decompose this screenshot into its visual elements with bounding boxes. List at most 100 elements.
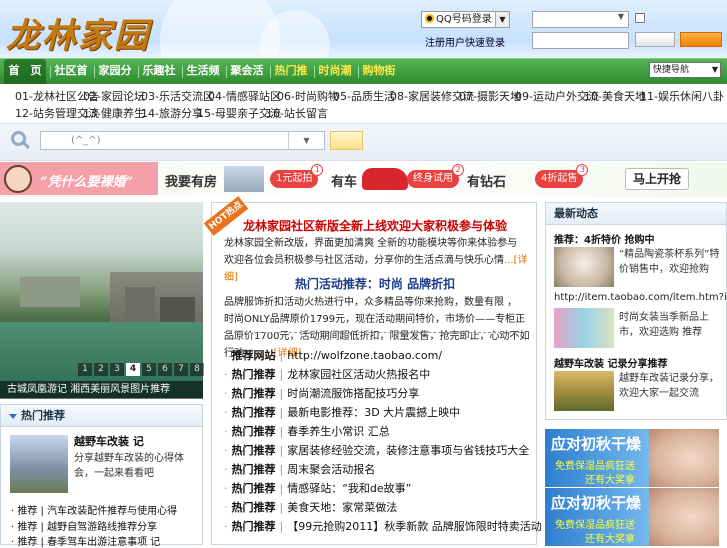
category-link[interactable]: 10-美食天地 [584,88,646,104]
category-link[interactable]: 16-站长留言 [266,105,328,121]
slide-page[interactable]: 8 [190,363,204,376]
bullet: · [224,520,228,533]
separator: | [279,406,284,419]
category-link[interactable]: 05-品质生活 [333,88,395,104]
nav-item[interactable]: 乐趣社区 [140,59,178,101]
nav-item[interactable]: 家园分享 [96,59,134,101]
headline-panel: HOT热点 龙林家园社区新版全新上线欢迎大家积极参与体验 龙林家园全新改版，界面… [203,196,542,545]
bullet: · [224,444,228,457]
site-logo[interactable]: 龙林家园 [6,8,150,57]
item-text: 汽车改装配件推荐与使用心得 [47,506,178,517]
password-field[interactable] [532,32,629,49]
news-text: 越野车改装记录分享，欢迎大家一起交流 [619,373,719,399]
category-link[interactable]: 07-摄影天地 [459,88,521,104]
item-tag: 推荐 [17,506,38,517]
separator: | [279,368,284,381]
bride-image [4,165,32,193]
paragraph-text: 龙林家园全新改版，界面更加清爽 全新的功能模块等你来体验参与 欢迎各位会员积极参… [224,238,518,266]
search-input[interactable]: (^_^) ▼ [40,131,325,150]
item-url-link[interactable]: http://item.taobao.com/item.htm?id [554,292,727,303]
subheadline-title[interactable]: 热门活动推荐：时尚 品牌折扣 [212,275,538,292]
news-item[interactable]: · 热门推荐 | 情感驿站：“我和de故事” [224,480,411,496]
house-shape [20,277,80,307]
category-link[interactable]: 02-家园论坛 [83,88,145,104]
news-item[interactable]: · 热门推荐 | 美食天地：家常菜做法 [224,499,397,515]
feature-thumbnail[interactable] [10,435,68,493]
nav-item[interactable]: 购物街区 [360,59,398,101]
nav-divider [226,66,227,78]
news-text: 龙林家园社区活动火热报名中 [287,368,431,381]
news-text: 最新电影推荐：3D 大片震撼上映中 [287,406,461,419]
separator: | [279,349,284,362]
bullet: · [224,482,228,495]
category-links: 01-龙林社区公告 02-家园论坛 03-乐活交流区 04-情感驿站区 06-时… [0,84,727,122]
qq-login-select[interactable]: QQ号码登录 ▼ [421,11,510,28]
register-link[interactable]: 注册用户快速登录 [425,34,505,49]
news-item[interactable]: · 热门推荐 | 家居装修经验交流，装修注意事项与省钱技巧大全 [224,442,529,458]
news-item[interactable]: · 热门推荐 | 龙林家园社区活动火热报名中 [224,366,430,382]
separator: | [279,444,284,457]
slideshow-caption[interactable]: 古城凤凰游记 湘西美丽风景图片推荐 [0,381,203,399]
offroad-car-image[interactable] [554,371,614,411]
promo-diamond-label: 有钻石 [467,175,507,190]
news-tag: 推荐网站 [231,349,276,362]
news-item[interactable]: · 热门推荐 | 周末聚会活动报名 [224,461,375,477]
list-item[interactable]: · 推荐 | 越野自驾游路线推荐分享 [11,518,157,533]
nav-item[interactable]: 首 页 [4,59,46,85]
slide-page[interactable]: 6 [158,363,172,376]
search-button[interactable] [330,131,363,150]
quick-nav-select[interactable]: 快捷导航 ▼ [649,62,721,78]
list-item[interactable]: · 推荐 | 春季驾车出游注意事项 记 [11,533,160,548]
bullet: · [224,406,228,419]
nav-item[interactable]: 社区首页 [52,59,90,101]
register-button[interactable] [680,32,722,47]
nav-divider [314,66,315,78]
ad-line: 还有大奖拿 [585,534,635,545]
slide-page[interactable]: 7 [174,363,188,376]
grab-now-button[interactable]: 马上开抢 [625,168,690,190]
category-link[interactable]: 03-乐活交流区 [141,88,214,104]
promo-slogan-block[interactable]: “凭什么要裸婚” [0,162,158,195]
news-item[interactable]: · 热门推荐 | 时尚潮流服饰搭配技巧分享 [224,385,419,401]
nav-item[interactable]: 聚会活动 [228,59,266,101]
remember-checkbox[interactable] [635,13,645,23]
nav-item[interactable]: 时尚潮流 [316,59,354,101]
news-item[interactable]: · 热门推荐 | 最新电影推荐：3D 大片震撼上映中 [224,404,460,420]
teacup-image[interactable] [554,247,614,287]
slide-page[interactable]: 1 [78,363,92,376]
category-link[interactable]: 04-情感驿站区 [208,88,281,104]
news-title[interactable]: 越野车改装 记录分享推荐 [554,355,667,370]
slide-page[interactable]: 5 [142,363,156,376]
chevron-down-icon[interactable]: ▼ [288,132,324,149]
feature-title[interactable]: 越野车改装 记 [74,433,144,449]
news-item[interactable]: · 热门推荐 | 春季养生小常识 汇总 [224,423,390,439]
login-button[interactable] [635,32,675,47]
news-title[interactable]: 推荐：4折特价 抢购中 [554,231,654,246]
category-link[interactable]: 14-旅游分享 [141,105,203,121]
slide-page[interactable]: 2 [94,363,108,376]
feature-description: 分享越野车改装的心得体会，一起来看看吧 [74,453,184,479]
item-tag: 推荐 [17,537,38,548]
news-tag: 热门推荐 [231,425,276,438]
skincare-ad[interactable]: 应对初秋干燥 免费保湿品疯狂送 还有大奖拿 [545,429,719,487]
nav-item[interactable]: 生活频道 [184,59,222,101]
slide-page[interactable]: 3 [110,363,124,376]
fashion-image[interactable] [554,308,614,348]
skincare-ad[interactable]: 应对初秋干燥 免费保湿品疯狂送 还有大奖拿 [545,488,719,546]
news-tag: 热门推荐 [231,463,276,476]
category-link[interactable]: 11-娱乐休闲八卦 [640,88,724,104]
news-item[interactable]: · 推荐网站 | http://wolfzone.taobao.com/ [224,347,442,363]
category-link[interactable]: 06-时尚购物 [277,88,339,104]
login-type-select[interactable]: ▼ [532,11,629,28]
slide-page-active[interactable]: 4 [126,363,140,376]
list-item[interactable]: · 推荐 | 汽车改装配件推荐与使用心得 [11,502,177,517]
promo-slogan: “凭什么要裸婚” [40,175,133,190]
headline-title[interactable]: 龙林家园社区新版全新上线欢迎大家积极参与体验 [212,217,538,234]
nav-divider [358,66,359,78]
model-face-image [649,429,719,487]
news-item[interactable]: · 热门推荐 | 【99元抢购2011】秋季新款 品牌服饰限时特卖活动 [224,518,542,534]
quick-nav-label: 快捷导航 [653,65,690,75]
news-text: 时尚女装当季新品上市，欢迎选购 推荐 [619,312,709,338]
nav-item[interactable]: 热门推荐 [272,59,310,101]
category-link[interactable]: 13-健康养生 [83,105,145,121]
